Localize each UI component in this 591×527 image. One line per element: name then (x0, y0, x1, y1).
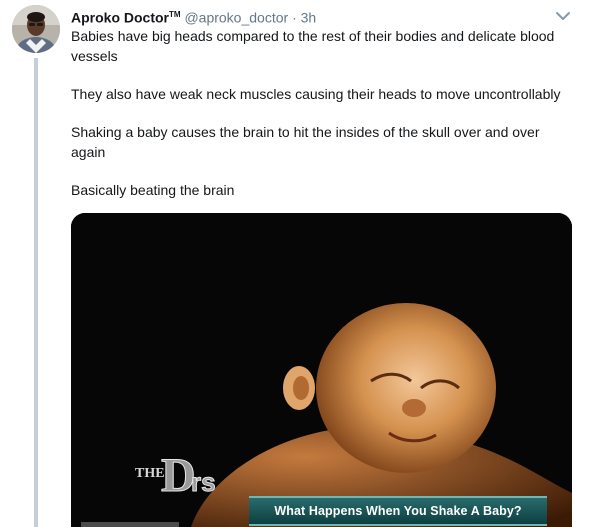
video-progress-bar[interactable] (81, 522, 179, 527)
timestamp[interactable]: 3h (301, 10, 317, 26)
show-logo: THE D rs (133, 439, 216, 509)
trademark-mark: TM (169, 10, 181, 19)
handle[interactable]: @aproko_doctor (184, 10, 288, 26)
video-caption: What Happens When You Shake A Baby? (249, 496, 547, 526)
tweet-paragraph: They also have weak neck muscles causing… (71, 86, 561, 102)
tweet-text: Babies have big heads compared to the re… (71, 26, 571, 218)
chevron-down-icon[interactable] (555, 9, 571, 21)
tweet-paragraph: Basically beating the brain (71, 182, 235, 198)
display-name[interactable]: Aproko Doctor (71, 10, 169, 26)
media-video[interactable]: THE D rs What Happens When You Shake A B… (71, 213, 572, 527)
svg-text:rs: rs (191, 467, 215, 497)
thread-line (34, 58, 38, 527)
tweet-header: Aproko DoctorTM @aproko_doctor · 3h (71, 6, 316, 27)
separator-dot: · (292, 9, 297, 26)
tweet-paragraph: Babies have big heads compared to the re… (71, 28, 555, 64)
avatar[interactable] (12, 5, 60, 53)
tweet-paragraph: Shaking a baby causes the brain to hit t… (71, 124, 540, 160)
tweet: Aproko DoctorTM @aproko_doctor · 3h Babi… (0, 0, 591, 527)
avatar-image (12, 5, 60, 53)
